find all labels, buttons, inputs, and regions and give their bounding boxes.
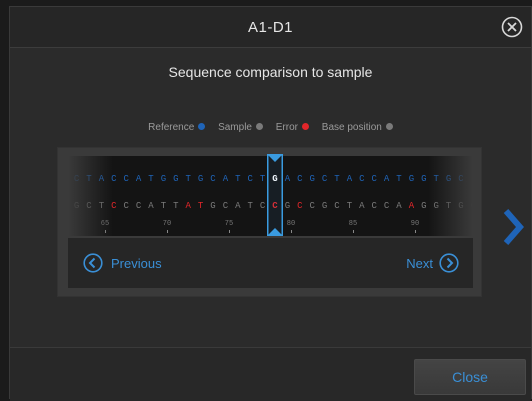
base-letter: T	[173, 201, 179, 211]
base-letter: A	[235, 201, 241, 211]
base-letter: C	[135, 201, 142, 211]
chevron-left-circle-icon	[83, 253, 103, 273]
base-letter: C	[123, 174, 129, 184]
sequence-comparison-dialog: A1-D1 Sequence comparison to sample Refe…	[9, 6, 532, 401]
base-position-tick	[353, 230, 354, 233]
base-letter: T	[247, 201, 253, 211]
base-letter: C	[383, 201, 390, 211]
legend-item-error: Error	[276, 122, 309, 133]
base-letter: G	[309, 174, 315, 184]
navigation-bar: Previous Next	[68, 238, 473, 288]
base-letter: A	[135, 174, 142, 184]
previous-button[interactable]: Previous	[83, 252, 162, 274]
close-button[interactable]: Close	[414, 359, 526, 395]
sequence-viewer: GCTACCATGGTGCATCTGACGCTACCATGGTGC CGCTCC…	[57, 147, 482, 297]
base-position-label: 80	[286, 220, 296, 228]
base-letter: T	[160, 201, 167, 211]
base-letter: T	[185, 174, 191, 184]
base-letter: A	[408, 201, 415, 211]
base-position-label: 70	[162, 220, 172, 228]
legend-label: Sample	[218, 122, 252, 133]
legend-item-reference: Reference	[148, 122, 206, 133]
base-letter: C	[297, 201, 303, 211]
legend-dot	[255, 123, 263, 130]
base-position-tick	[167, 230, 168, 233]
previous-label: Previous	[111, 255, 162, 271]
base-letter: A	[396, 201, 402, 211]
dialog-title: A1-D1	[247, 19, 294, 36]
legend-item-sample: Sample	[218, 122, 263, 133]
legend-item-base-position: Base position	[322, 122, 393, 133]
base-position-label: 90	[410, 220, 420, 228]
dialog-titlebar: A1-D1	[10, 7, 531, 48]
base-position-label: 75	[224, 220, 234, 228]
legend-dot	[385, 123, 393, 130]
base-letter: T	[197, 201, 204, 211]
base-letter: A	[359, 201, 365, 211]
next-button[interactable]: Next	[406, 252, 459, 274]
base-letter: T	[346, 201, 353, 211]
base-position-tick	[291, 230, 292, 233]
base-letter: C	[371, 201, 377, 211]
dialog-footer: Close	[10, 347, 531, 401]
base-letter: A	[185, 201, 191, 211]
dialog-subtitle: Sequence comparison to sample	[168, 64, 373, 80]
base-letter: G	[173, 174, 179, 184]
base-letter: C	[371, 174, 377, 184]
base-letter: C	[222, 201, 229, 211]
base-letter: T	[334, 174, 340, 184]
base-letter: G	[197, 174, 204, 184]
legend-label: Reference	[148, 122, 195, 133]
legend-label: Base position	[321, 122, 382, 133]
fade-right	[428, 156, 473, 236]
base-letter: C	[321, 174, 328, 184]
base-position-tick	[229, 230, 230, 233]
legend: Reference Sample Error Base position	[10, 122, 531, 133]
base-letter: G	[321, 201, 328, 211]
base-letter: C	[123, 201, 129, 211]
base-letter: A	[222, 174, 229, 184]
base-letter: G	[408, 174, 415, 184]
base-letter: C	[247, 174, 253, 184]
fade-left	[68, 156, 113, 236]
next-label: Next	[406, 255, 433, 271]
legend-dot	[302, 123, 309, 130]
base-letter: C	[334, 201, 340, 211]
base-position-tick	[415, 230, 416, 233]
base-letter: A	[383, 174, 390, 184]
base-letter: C	[210, 174, 216, 184]
base-letter: A	[148, 201, 154, 211]
base-letter: G	[210, 201, 216, 211]
chevron-right-circle-icon	[439, 253, 459, 273]
base-letter: A	[284, 174, 291, 184]
base-letter: G	[284, 201, 291, 211]
chevron-right-icon[interactable]	[501, 207, 525, 247]
close-circle-icon[interactable]	[501, 16, 523, 38]
base-letter: C	[309, 201, 315, 211]
base-cursor-handle[interactable]	[267, 154, 283, 236]
base-letter: G	[160, 174, 167, 184]
legend-dot	[198, 123, 206, 130]
base-letter: T	[148, 174, 154, 184]
base-letter: A	[346, 174, 353, 184]
legend-label: Error	[275, 122, 298, 133]
base-letter: T	[235, 174, 241, 184]
base-letter: C	[359, 174, 365, 184]
base-letter: C	[297, 174, 303, 184]
base-position-label: 85	[348, 220, 358, 228]
base-letter: T	[396, 174, 402, 184]
